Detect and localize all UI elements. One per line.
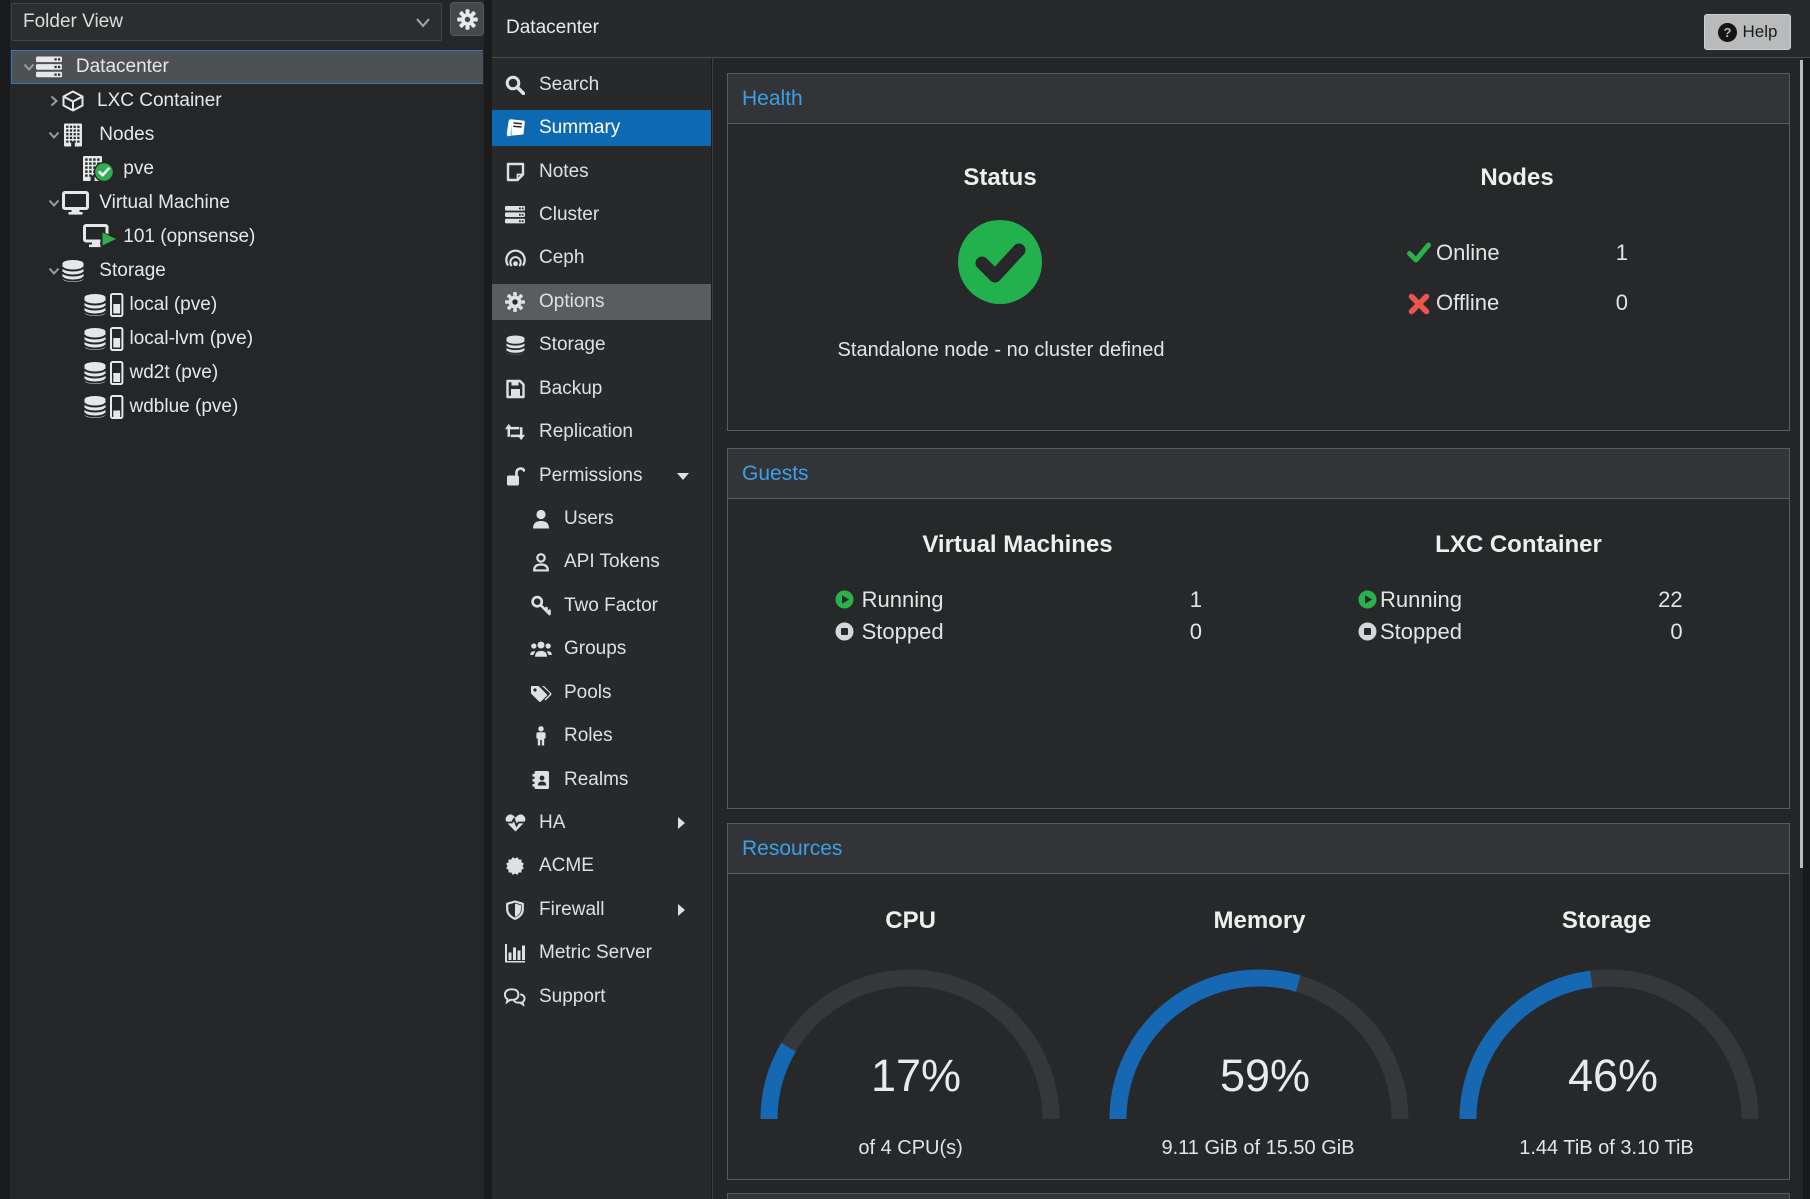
svg-text:?: ? (1723, 25, 1731, 40)
